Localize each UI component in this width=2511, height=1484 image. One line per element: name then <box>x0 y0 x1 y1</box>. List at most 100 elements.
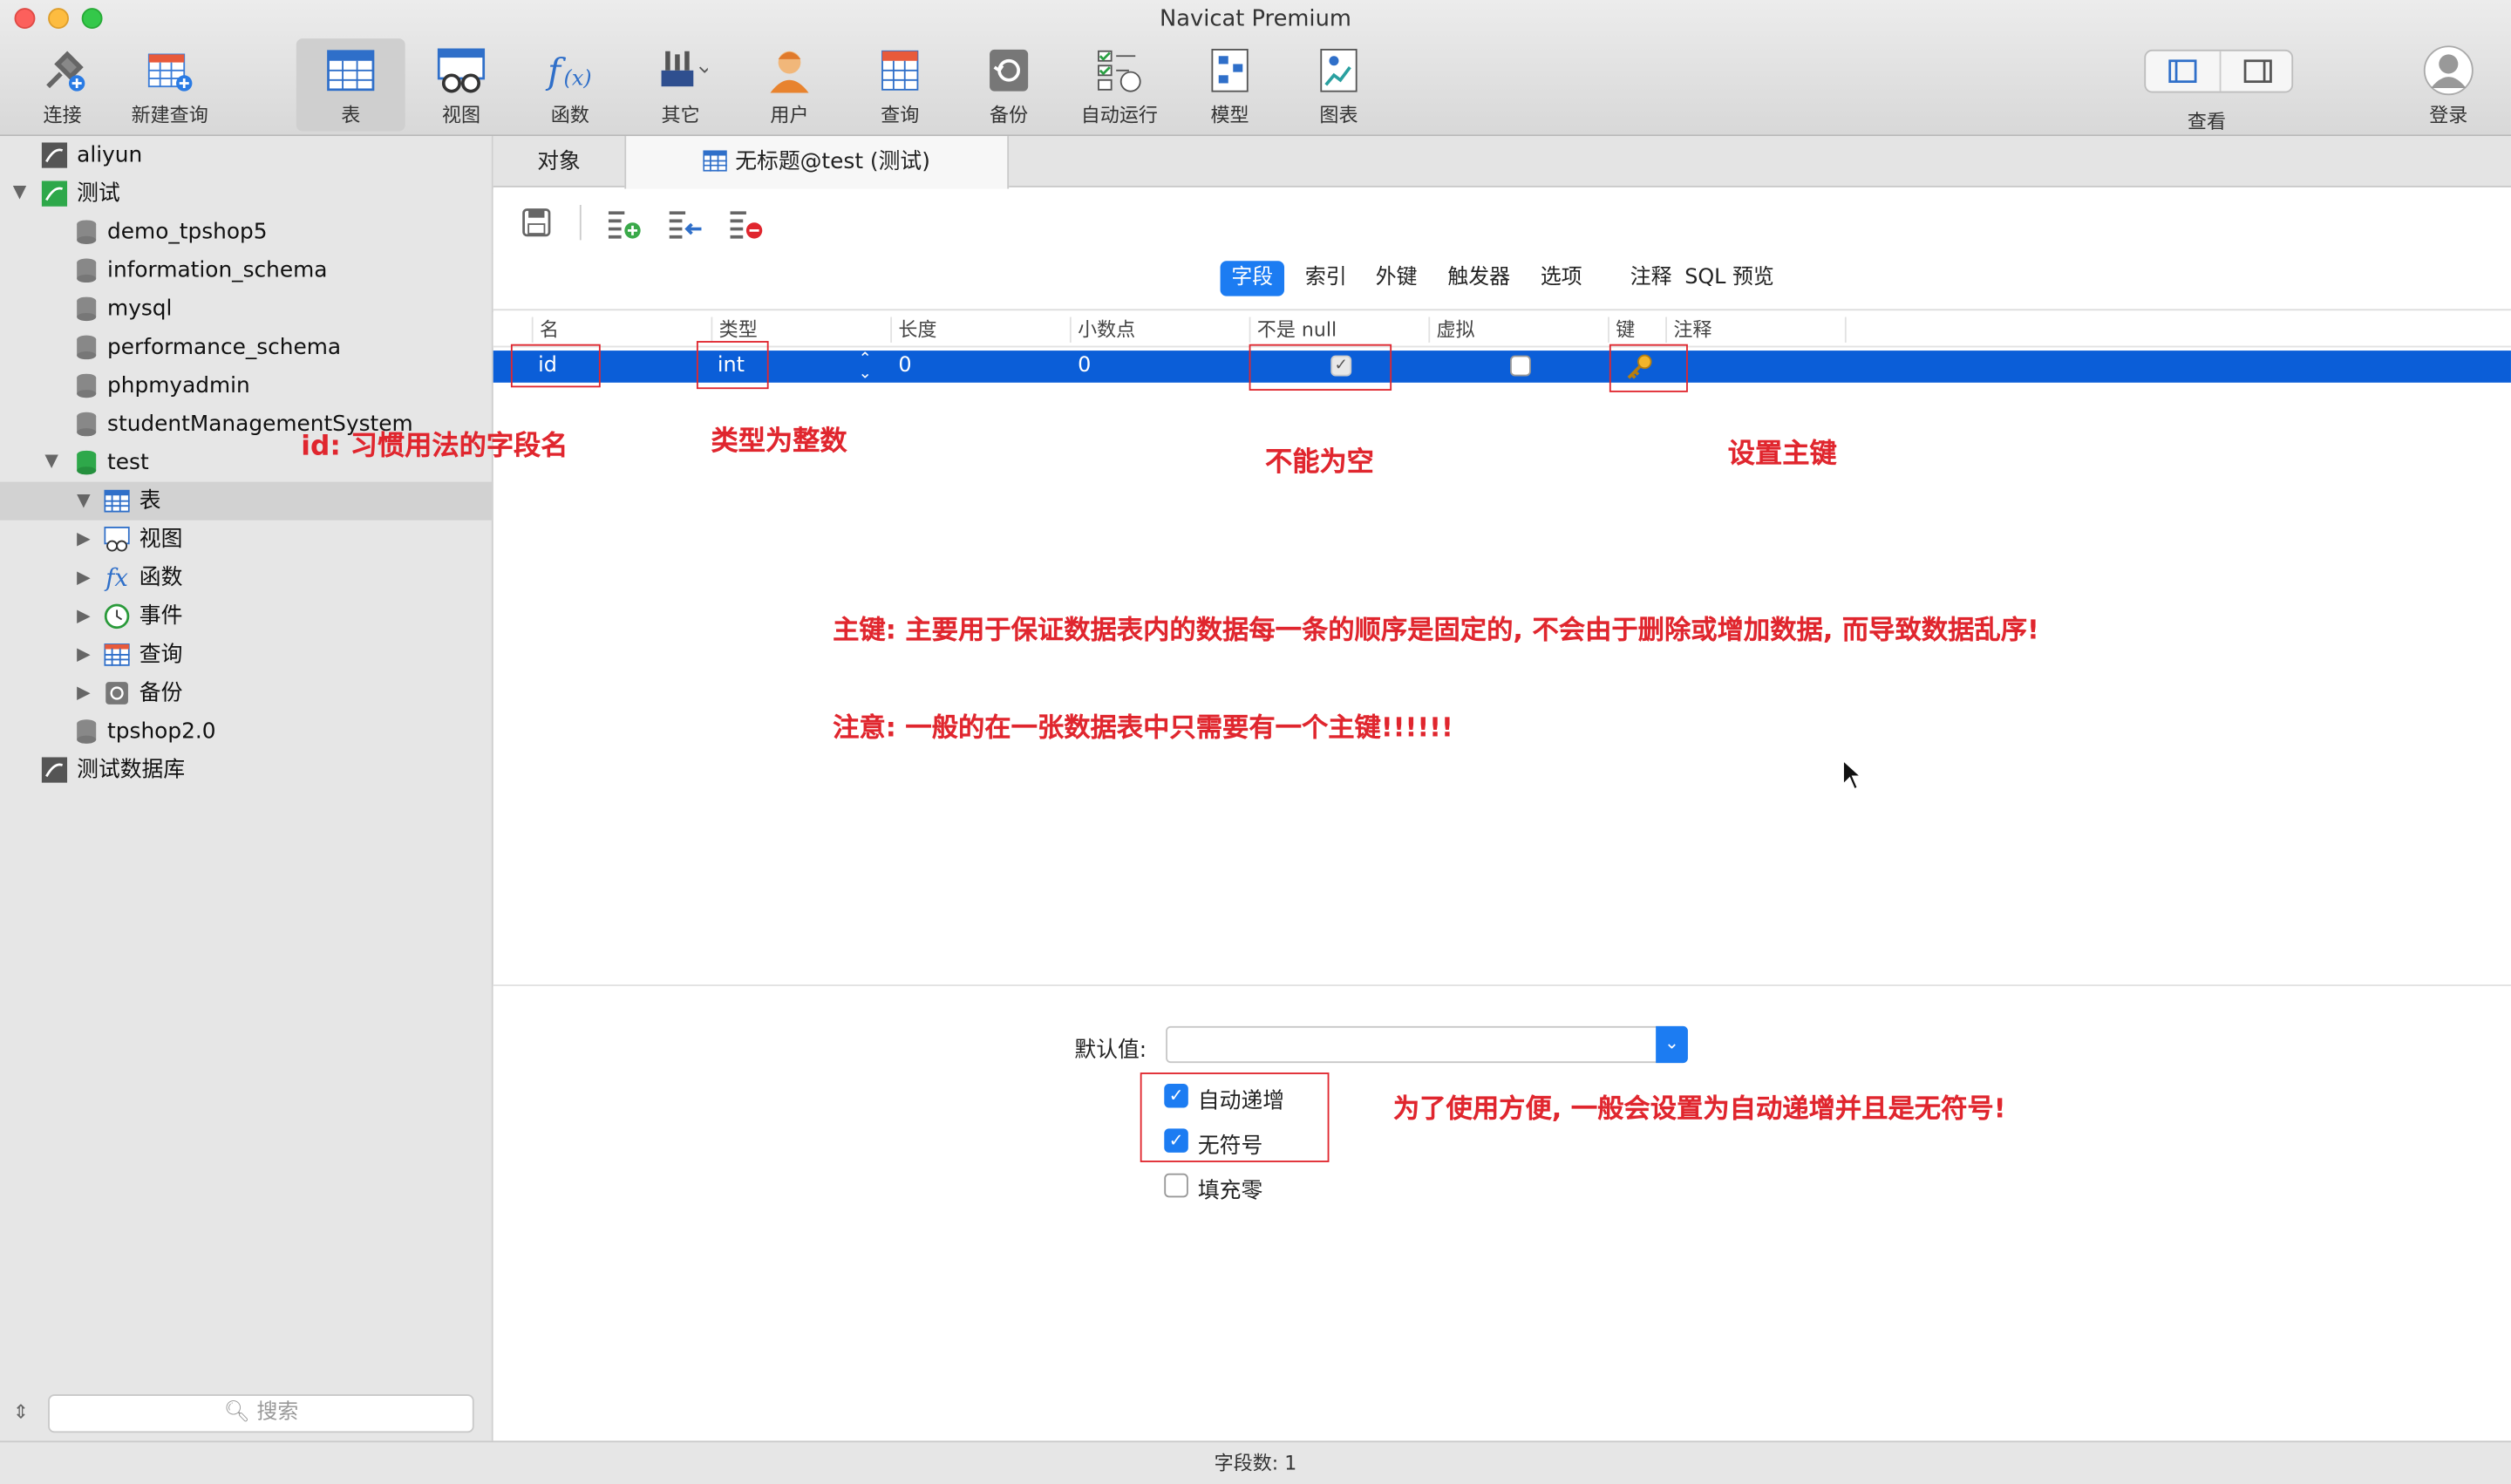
tree-db-demo-tpshop5[interactable]: demo_tpshop5 <box>73 213 268 251</box>
model-icon <box>1211 48 1249 92</box>
column-header-key[interactable]: 键 <box>1608 317 1635 343</box>
tree-db-information-schema[interactable]: information_schema <box>73 251 327 289</box>
toolbar-chart-button[interactable]: 图表 <box>1284 38 1393 131</box>
tree-group-functions[interactable]: ▶ fx 函数 <box>77 559 182 597</box>
sidebar-search-input[interactable]: 🔍︎ 搜索 <box>48 1394 474 1433</box>
insert-field-icon[interactable] <box>668 208 703 241</box>
disclosure-closed-icon[interactable]: ▶ <box>77 559 91 597</box>
database-icon <box>77 220 97 244</box>
annotation-primary-key: 设置主键 <box>1727 439 1837 471</box>
automation-icon <box>1098 50 1141 92</box>
tree-group-views[interactable]: ▶ 视图 <box>77 521 182 559</box>
disclosure-open-icon[interactable]: ▼ <box>13 180 27 201</box>
annotation-options: 为了使用方便, 一般会设置为自动递增并且是无符号! <box>1392 1093 2006 1124</box>
disclosure-closed-icon[interactable]: ▶ <box>77 636 91 674</box>
disclosure-closed-icon[interactable]: ▶ <box>77 597 91 636</box>
window-title: Navicat Premium <box>1160 6 1351 32</box>
subtab-label: 字段 <box>1231 265 1274 290</box>
toolbar-query-button[interactable]: 查询 <box>846 38 955 131</box>
subtab-triggers[interactable]: 触发器 <box>1437 261 1521 296</box>
tree-db-test[interactable]: test <box>73 444 149 482</box>
column-header-type[interactable]: 类型 <box>711 317 758 343</box>
disclosure-open-icon[interactable]: ▼ <box>77 482 91 521</box>
column-header-length[interactable]: 长度 <box>890 317 936 343</box>
unsigned-label: 无符号 <box>1197 1133 1263 1160</box>
status-bar: 字段数: 1 <box>0 1440 2511 1484</box>
tree-connection-ceshi[interactable]: 测试 <box>41 174 120 213</box>
annotation-box-type <box>696 341 769 390</box>
show-right-panel-button[interactable] <box>2219 51 2293 92</box>
annotation-box-key <box>1609 344 1688 392</box>
login-button[interactable]: 登录 <box>2394 38 2503 131</box>
tree-group-tables[interactable]: ▼ 表 <box>0 481 493 521</box>
column-header-name[interactable]: 名 <box>531 317 559 343</box>
avatar-icon <box>2423 45 2474 96</box>
virtual-checkbox[interactable] <box>1510 355 1531 377</box>
field-decimals-cell[interactable]: 0 <box>1078 352 1091 381</box>
annotation-note: 注意: 一般的在一张数据表中只需要有一个主键!!!!!! <box>833 712 1453 743</box>
annotation-box-name <box>510 344 601 388</box>
toolbar-user-button[interactable]: 用户 <box>735 38 844 131</box>
tree-group-events[interactable]: ▶ 事件 <box>77 597 182 636</box>
toolbar-divider <box>579 205 582 241</box>
subtab-options[interactable]: 选项 <box>1529 261 1593 296</box>
toolbar-label: 备份 <box>990 104 1029 127</box>
save-icon[interactable] <box>522 208 551 237</box>
tree-db-mysql[interactable]: mysql <box>73 289 172 328</box>
tree-db-tpshop2[interactable]: tpshop2.0 <box>73 712 216 751</box>
tree-group-backups[interactable]: ▶ 备份 <box>77 674 182 712</box>
fields-grid-header: 名 类型 长度 小数点 不是 null 虚拟 键 注释 <box>493 312 2511 348</box>
field-row-selected[interactable]: id int ⌃ ⌄ 0 0 ✓ <box>493 351 2511 383</box>
view-toggle[interactable] <box>2144 49 2294 93</box>
tree-db-performance-schema[interactable]: performance_schema <box>73 328 341 366</box>
tree-group-queries[interactable]: ▶ 查询 <box>77 636 182 674</box>
delete-field-icon[interactable] <box>729 208 764 241</box>
toolbar-connect-button[interactable]: 连接 <box>8 38 117 131</box>
field-length-cell[interactable]: 0 <box>898 352 911 381</box>
default-value-combobox[interactable]: ⌄ <box>1166 1025 1688 1064</box>
tree-connection-aliyun[interactable]: aliyun <box>41 136 143 174</box>
disclosure-closed-icon[interactable]: ▶ <box>77 521 91 559</box>
zerofill-checkbox[interactable] <box>1164 1173 1188 1198</box>
disclosure-closed-icon[interactable]: ▶ <box>77 674 91 712</box>
database-open-icon <box>77 450 97 475</box>
subtab-fields[interactable]: 字段 <box>1220 261 1285 296</box>
backup-icon <box>105 682 128 705</box>
sort-icon[interactable]: ⇕ <box>13 1401 29 1424</box>
toolbar-view-button[interactable]: 视图 <box>407 38 516 131</box>
subtab-label: 选项 <box>1540 265 1582 290</box>
toolbar-automation-button[interactable]: 自动运行 <box>1065 38 1174 131</box>
document-tabs: 对象 无标题@test (测试) <box>493 136 2511 189</box>
query-icon <box>104 643 130 666</box>
toolbar-model-button[interactable]: 模型 <box>1175 38 1284 131</box>
subtab-indexes[interactable]: 索引 <box>1294 261 1358 296</box>
tab-untitled-table[interactable]: 无标题@test (测试) <box>624 136 1010 189</box>
tab-objects[interactable]: 对象 <box>493 136 625 187</box>
toolbar-other-button[interactable]: 其它 <box>626 38 735 131</box>
auto-increment-checkbox[interactable]: ✓ <box>1164 1083 1188 1108</box>
column-header-decimals[interactable]: 小数点 <box>1069 317 1135 343</box>
add-field-icon[interactable] <box>607 208 642 241</box>
new-query-icon <box>147 53 193 92</box>
unsigned-checkbox[interactable]: ✓ <box>1164 1128 1188 1153</box>
column-header-comment[interactable]: 注释 <box>1665 317 1711 343</box>
tree-label: 函数 <box>139 565 183 591</box>
toolbar-backup-button[interactable]: 备份 <box>955 38 1064 131</box>
show-left-panel-button[interactable] <box>2146 51 2219 92</box>
subtab-sql-preview[interactable]: SQL 预览 <box>1673 261 1785 296</box>
field-count-status: 字段数: 1 <box>1214 1452 1297 1474</box>
toolbar-new-query-button[interactable]: 新建查询 <box>115 38 224 131</box>
chart-icon <box>1320 48 1358 92</box>
tree-db-phpmyadmin[interactable]: phpmyadmin <box>73 366 250 405</box>
column-header-not-null[interactable]: 不是 null <box>1249 317 1337 343</box>
subtab-foreign-keys[interactable]: 外键 <box>1364 261 1428 296</box>
disclosure-open-icon[interactable]: ▼ <box>44 450 58 471</box>
stepper-icon[interactable]: ⌃ ⌄ <box>858 351 871 382</box>
toolbar-label: 函数 <box>550 104 589 127</box>
tree-connection-test-db[interactable]: 测试数据库 <box>41 751 185 789</box>
toolbar-table-button[interactable]: 表 <box>296 38 405 132</box>
chevron-down-icon[interactable]: ⌄ <box>1656 1025 1688 1064</box>
toolbar-function-button[interactable]: f (x) 函数 <box>515 38 624 131</box>
tree-label: 表 <box>139 487 161 514</box>
column-header-virtual[interactable]: 虚拟 <box>1428 317 1475 343</box>
